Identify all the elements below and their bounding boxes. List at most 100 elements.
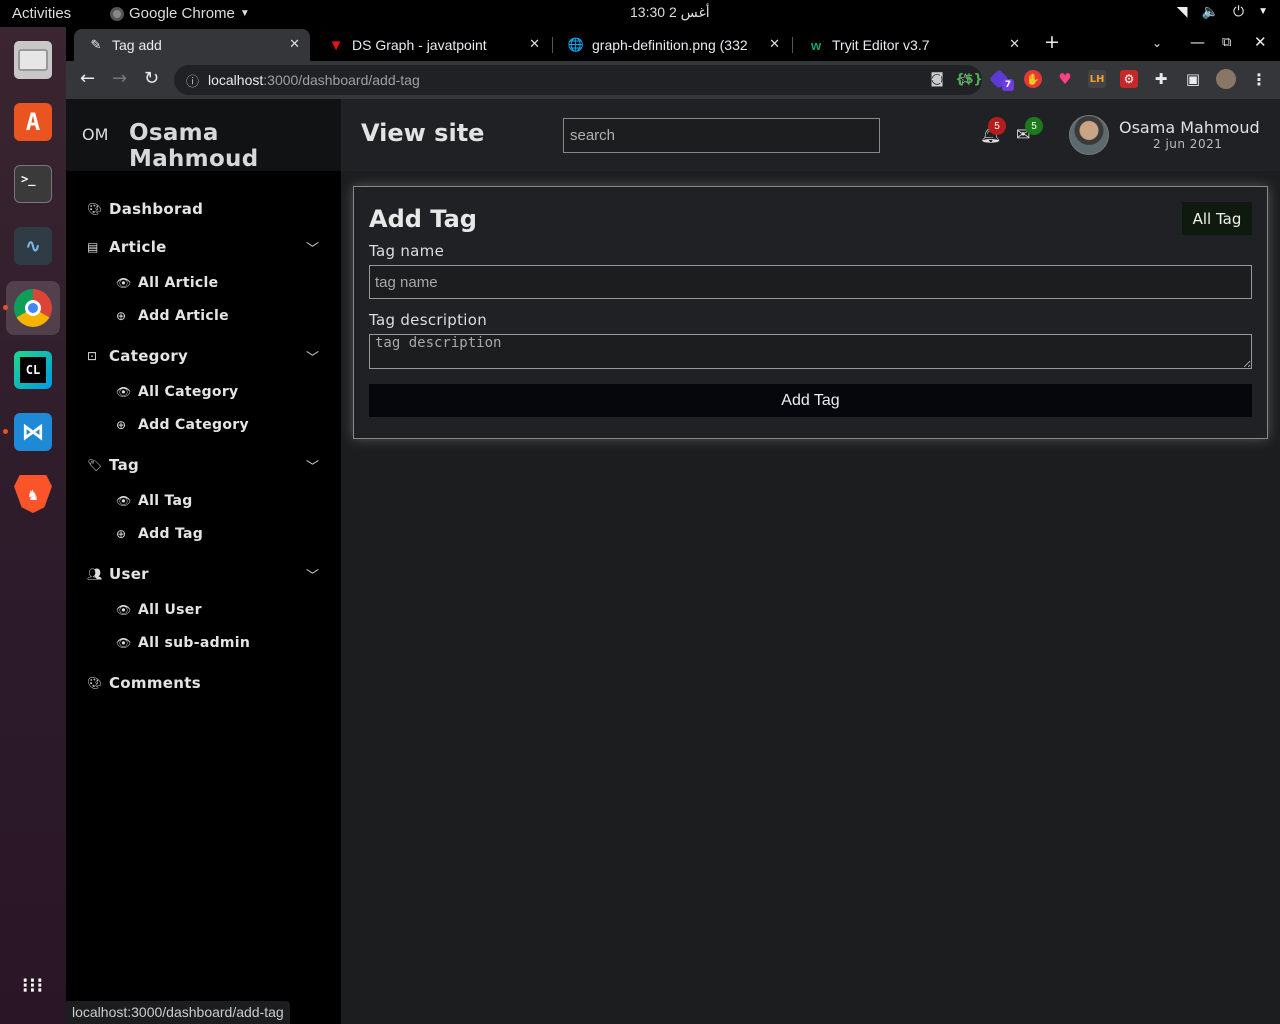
sidebar-item-label: Article	[109, 238, 167, 256]
sidebar-subitem-add-article[interactable]: ⊕ Add Article	[66, 302, 341, 330]
close-icon[interactable]: ✕	[289, 36, 300, 52]
close-window-button[interactable]: ✕	[1254, 33, 1267, 51]
tab-tag-add[interactable]: ✎ Tag add ✕	[74, 29, 310, 61]
extension-icon[interactable]: ⚙	[1120, 70, 1138, 88]
page-icon: ✎	[90, 37, 102, 52]
sidebar-subitem-all-tag[interactable]: 👁︎ All Tag	[66, 487, 341, 515]
lighthouse-extension-icon[interactable]: LH	[1088, 70, 1106, 88]
app-grid-icon: ⁝⁝⁝	[21, 973, 45, 997]
tab-search-button[interactable]: ⌄	[1152, 36, 1162, 50]
tab-tryit-editor[interactable]: w Tryit Editor v3.7 ✕	[794, 29, 1030, 61]
tab-ds-graph[interactable]: ▼ DS Graph - javatpoint ✕	[314, 29, 550, 61]
messages-badge: 5	[1025, 117, 1043, 135]
sidebar-subitem-label: All Article	[138, 275, 219, 291]
document-icon: ▤	[87, 240, 99, 254]
search-input[interactable]	[563, 118, 880, 153]
all-tag-button[interactable]: All Tag	[1182, 202, 1252, 235]
app-menu[interactable]: Google Chrome ▼	[110, 5, 250, 22]
tag-name-input[interactable]	[369, 265, 1252, 299]
sidebar-item-comments[interactable]: 🎨︎ Comments	[66, 668, 341, 698]
address-bar[interactable]: ⓘ localhost:3000/dashboard/add-tag ⋖ ☆	[174, 65, 982, 95]
dock-software-center[interactable]: A	[6, 95, 60, 149]
palette-icon: 🎨︎	[87, 202, 103, 216]
sidebar-item-label: Tag	[109, 456, 140, 474]
dock-terminal[interactable]: >_	[6, 157, 60, 211]
clock[interactable]: 13:30 أغس 2	[630, 4, 710, 21]
tab-graph-definition[interactable]: 🌐 graph-definition.png (332 ✕	[554, 29, 790, 61]
view-site-link[interactable]: View site	[361, 119, 484, 147]
minimize-button[interactable]: —	[1190, 33, 1205, 51]
back-button[interactable]: ←	[80, 68, 95, 89]
sidebar-subitem-all-user[interactable]: 👁︎ All User	[66, 596, 341, 624]
brand: OM Osama Mahmoud	[66, 99, 341, 172]
page-title: Add Tag	[369, 205, 477, 233]
sidebar-item-article[interactable]: ▤ Article ﹀	[66, 232, 341, 262]
close-icon[interactable]: ✕	[529, 36, 540, 52]
tab-separator	[792, 37, 793, 53]
tag-icon: 🏷︎	[87, 458, 103, 472]
tab-title: DS Graph - javatpoint	[352, 37, 487, 53]
user-name[interactable]: Osama Mahmoud	[1119, 118, 1260, 137]
caret-square-icon: ⊡	[87, 349, 98, 363]
dock-show-apps[interactable]: ⁝⁝⁝	[6, 965, 60, 1019]
system-monitor-icon: ∿	[14, 227, 52, 265]
sidebar-item-label: Dashborad	[109, 200, 204, 218]
notifications-badge: 5	[988, 117, 1006, 135]
activities-button[interactable]: Activities	[12, 5, 71, 22]
close-icon[interactable]: ✕	[765, 36, 780, 52]
chrome-menu-icon[interactable]: ⋮	[1250, 70, 1268, 89]
sidebar-subitem-label: All Tag	[138, 493, 193, 509]
page-content: OM Osama Mahmoud View site 🔔︎ 5 ✉ 5 Osam…	[66, 99, 1280, 1024]
dock-clion[interactable]: CL	[6, 343, 60, 397]
brave-icon: ♞	[14, 475, 52, 513]
side-panel-icon[interactable]: ▣	[1184, 70, 1202, 88]
sidebar-subitem-all-article[interactable]: 👁︎ All Article	[66, 269, 341, 297]
sidebar-subitem-label: Add Tag	[138, 526, 204, 542]
plus-circle-icon: ⊕	[116, 309, 127, 323]
screenshot-extension-icon[interactable]: ◙	[928, 70, 946, 88]
add-tag-submit-button[interactable]: Add Tag	[369, 384, 1252, 417]
tab-strip: ✎ Tag add ✕ ▼ DS Graph - javatpoint ✕ 🌐 …	[66, 27, 1280, 61]
extensions-puzzle-icon[interactable]: ✚	[1152, 70, 1170, 88]
new-tab-button[interactable]: +	[1044, 31, 1060, 53]
eye-icon: 👁︎	[116, 385, 132, 399]
sidebar-subitem-add-category[interactable]: ⊕ Add Category	[66, 411, 341, 439]
info-icon[interactable]: ⓘ	[186, 71, 199, 90]
dock-vscode[interactable]: ⋈	[6, 405, 60, 459]
sidebar-item-tag[interactable]: 🏷︎ Tag ﹀	[66, 450, 341, 480]
reload-button[interactable]: ↻	[144, 68, 159, 89]
sidebar-subitem-all-sub-admin[interactable]: 👁︎ All sub-admin	[66, 629, 341, 657]
heart-extension-icon[interactable]: ♥	[1056, 70, 1074, 88]
dock-files[interactable]	[6, 33, 60, 87]
json-extension-icon[interactable]: {$}	[955, 70, 983, 88]
profile-avatar-icon[interactable]	[1216, 69, 1236, 89]
tab-title: Tryit Editor v3.7	[832, 37, 930, 53]
plus-circle-icon: ⊕	[116, 418, 127, 432]
brand-name[interactable]: Osama Mahmoud	[129, 120, 341, 172]
chevron-down-icon: ▼	[239, 8, 250, 19]
adblock-extension-icon[interactable]: ✋	[1024, 70, 1042, 88]
software-center-icon: A	[14, 103, 52, 141]
avatar[interactable]	[1069, 115, 1109, 155]
sidebar-item-user[interactable]: 👥︎ User ﹀	[66, 559, 341, 589]
dock-system-monitor[interactable]: ∿	[6, 219, 60, 273]
sidebar-subitem-add-tag[interactable]: ⊕ Add Tag	[66, 520, 341, 548]
tag-description-label: Tag description	[369, 311, 488, 329]
globe-icon: 🌐	[567, 37, 585, 52]
status-bar-url: localhost:3000/dashboard/add-tag	[66, 1001, 290, 1024]
forward-button[interactable]: →	[112, 68, 127, 89]
close-icon[interactable]: ✕	[1009, 36, 1020, 52]
tab-title: graph-definition.png (332	[592, 37, 748, 53]
dock-chrome[interactable]	[6, 281, 60, 335]
sidebar-subitem-all-category[interactable]: 👁︎ All Category	[66, 378, 341, 406]
brand-initials: OM	[82, 125, 109, 144]
tag-description-input[interactable]	[369, 334, 1252, 369]
plus-circle-icon: ⊕	[116, 527, 127, 541]
sidebar-item-dashboard[interactable]: 🎨︎ Dashborad	[66, 194, 341, 224]
dock-brave[interactable]: ♞	[6, 467, 60, 521]
clion-icon: CL	[14, 351, 52, 389]
tag-name-label: Tag name	[369, 242, 445, 260]
system-tray[interactable]: ◥ 🔈 ⏻ ▼	[1177, 3, 1268, 20]
restore-button[interactable]: ⧉	[1222, 35, 1231, 50]
sidebar-item-category[interactable]: ⊡ Category ﹀	[66, 341, 341, 371]
